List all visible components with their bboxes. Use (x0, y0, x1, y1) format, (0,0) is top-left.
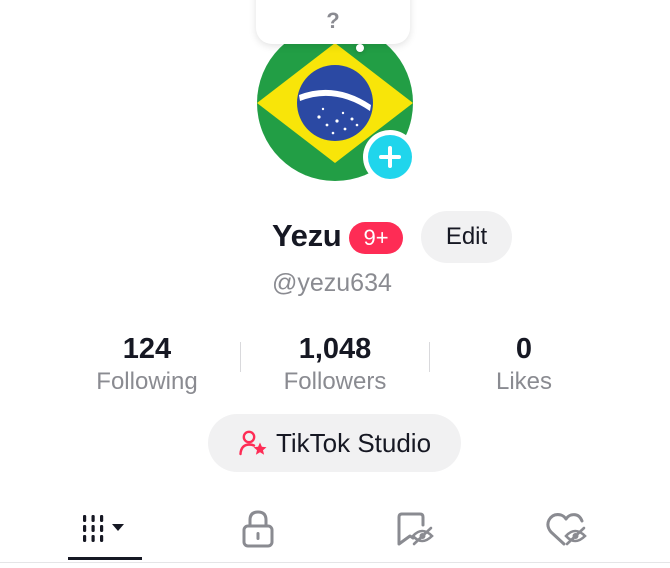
favorites-tab[interactable] (340, 498, 490, 560)
user-handle: @yezu634 (272, 269, 392, 297)
note-text: ? (326, 8, 340, 33)
private-tab[interactable] (183, 498, 333, 560)
bookmark-hidden-icon (397, 512, 434, 546)
note-bubble[interactable]: ? (256, 0, 410, 44)
likes-label: Likes (495, 368, 553, 395)
following-stat[interactable]: 124 Following (47, 332, 247, 398)
notification-badge[interactable]: 9+ (349, 222, 403, 254)
videos-grid-tab[interactable] (30, 498, 180, 560)
likes-count: 0 (515, 333, 533, 365)
followers-stat[interactable]: 1,048 Followers (235, 332, 435, 398)
note-bubble-tail (356, 44, 364, 52)
tiktok-studio-button[interactable]: TikTok Studio (208, 414, 461, 472)
lock-icon (242, 510, 274, 548)
liked-tab[interactable] (492, 498, 642, 560)
username: Yezu (272, 218, 342, 253)
followers-label: Followers (283, 368, 387, 395)
grid-dropdown-icon (83, 515, 124, 542)
tiktok-studio-label: TikTok Studio (275, 427, 432, 458)
following-label: Following (96, 368, 198, 395)
heart-hidden-icon (546, 513, 587, 546)
likes-stat[interactable]: 0 Likes (424, 332, 624, 398)
tabs-divider (0, 562, 670, 563)
person-star-icon (239, 430, 267, 456)
selected-tab-indicator (68, 557, 142, 560)
edit-button[interactable]: Edit (421, 211, 512, 263)
followers-count: 1,048 (298, 333, 372, 365)
add-avatar-button[interactable] (363, 130, 417, 184)
following-count: 124 (122, 333, 172, 365)
plus-icon (379, 146, 401, 168)
